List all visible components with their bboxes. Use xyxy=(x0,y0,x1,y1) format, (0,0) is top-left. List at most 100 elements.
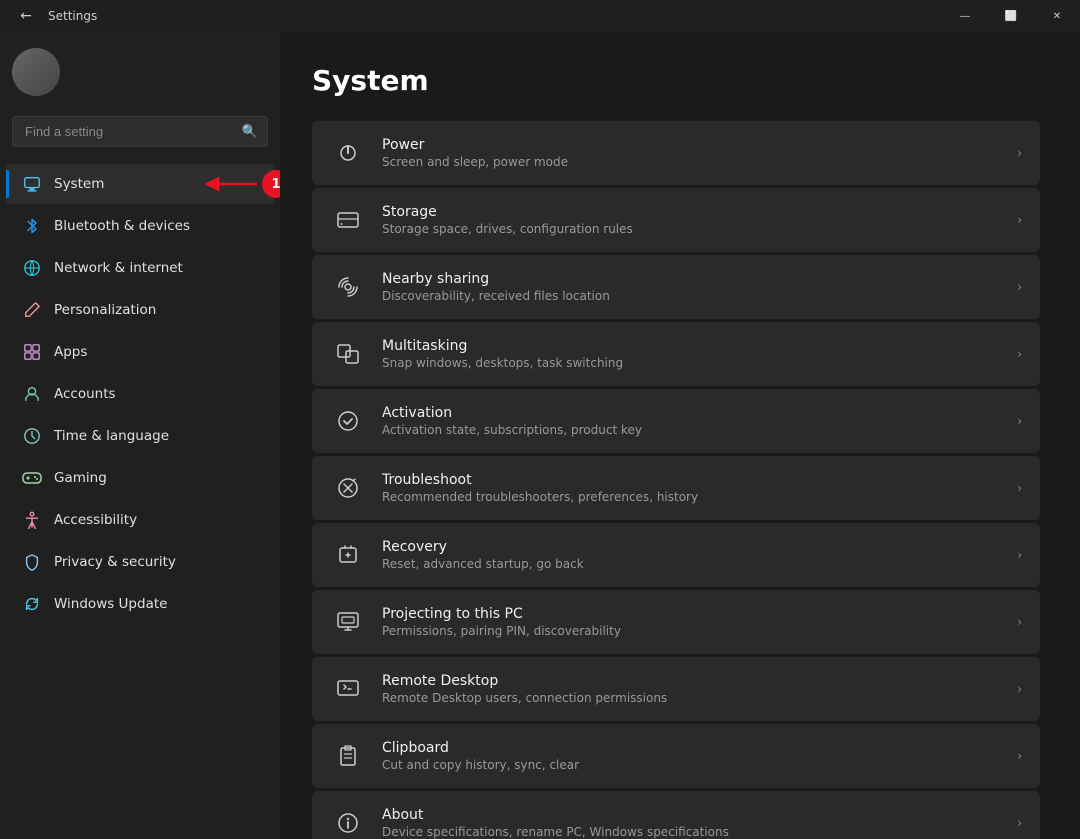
sidebar-item-accessibility[interactable]: Accessibility xyxy=(6,500,274,540)
close-button[interactable]: ✕ xyxy=(1034,0,1080,32)
sidebar-item-bluetooth[interactable]: Bluetooth & devices xyxy=(6,206,274,246)
storage-title: Storage xyxy=(382,204,1009,220)
projecting-text: Projecting to this PC Permissions, pairi… xyxy=(382,606,1009,638)
minimize-button[interactable]: — xyxy=(942,0,988,32)
clipboard-text: Clipboard Cut and copy history, sync, cl… xyxy=(382,740,1009,772)
clipboard-chevron: › xyxy=(1017,749,1022,763)
sidebar-label-gaming: Gaming xyxy=(54,470,107,486)
multitasking-desc: Snap windows, desktops, task switching xyxy=(382,356,1009,370)
recovery-desc: Reset, advanced startup, go back xyxy=(382,557,1009,571)
network-icon xyxy=(22,258,42,278)
sidebar-label-privacy: Privacy & security xyxy=(54,554,176,570)
clipboard-desc: Cut and copy history, sync, clear xyxy=(382,758,1009,772)
power-text: Power Screen and sleep, power mode xyxy=(382,137,1009,169)
time-icon xyxy=(22,426,42,446)
user-area xyxy=(0,32,280,108)
about-title: About xyxy=(382,807,1009,823)
apps-icon xyxy=(22,342,42,362)
projecting-chevron: › xyxy=(1017,615,1022,629)
recovery-icon xyxy=(330,537,366,573)
troubleshoot-chevron: › xyxy=(1017,481,1022,495)
recovery-text: Recovery Reset, advanced startup, go bac… xyxy=(382,539,1009,571)
about-text: About Device specifications, rename PC, … xyxy=(382,807,1009,839)
page-title: System xyxy=(312,64,1040,97)
remote-chevron: › xyxy=(1017,682,1022,696)
settings-item-storage[interactable]: Storage Storage space, drives, configura… xyxy=(312,188,1040,252)
titlebar-left: ← Settings xyxy=(12,2,97,30)
about-icon xyxy=(330,805,366,839)
storage-icon xyxy=(330,202,366,238)
activation-chevron: › xyxy=(1017,414,1022,428)
maximize-button[interactable]: ⬜ xyxy=(988,0,1034,32)
sidebar-item-personalization[interactable]: Personalization xyxy=(6,290,274,330)
storage-chevron: › xyxy=(1017,213,1022,227)
sidebar-label-update: Windows Update xyxy=(54,596,167,612)
remote-icon xyxy=(330,671,366,707)
remote-title: Remote Desktop xyxy=(382,673,1009,689)
power-title: Power xyxy=(382,137,1009,153)
projecting-icon xyxy=(330,604,366,640)
settings-item-about[interactable]: About Device specifications, rename PC, … xyxy=(312,791,1040,839)
settings-item-troubleshoot[interactable]: Troubleshoot Recommended troubleshooters… xyxy=(312,456,1040,520)
projecting-desc: Permissions, pairing PIN, discoverabilit… xyxy=(382,624,1009,638)
sidebar-item-time[interactable]: Time & language xyxy=(6,416,274,456)
recovery-title: Recovery xyxy=(382,539,1009,555)
sidebar-item-system[interactable]: System xyxy=(6,164,274,204)
storage-text: Storage Storage space, drives, configura… xyxy=(382,204,1009,236)
search-input[interactable] xyxy=(12,116,268,147)
nav-item-wrapper-system: System 1 xyxy=(0,163,280,205)
nearby-title: Nearby sharing xyxy=(382,271,1009,287)
sidebar-label-system: System xyxy=(54,176,104,192)
recovery-chevron: › xyxy=(1017,548,1022,562)
about-desc: Device specifications, rename PC, Window… xyxy=(382,825,1009,839)
sidebar-label-time: Time & language xyxy=(54,428,169,444)
clipboard-title: Clipboard xyxy=(382,740,1009,756)
back-button[interactable]: ← xyxy=(12,2,40,30)
activation-title: Activation xyxy=(382,405,1009,421)
content-area: System Power Screen and sleep, power mod… xyxy=(280,32,1080,839)
sidebar-label-network: Network & internet xyxy=(54,260,183,276)
search-box: 🔍 xyxy=(12,116,268,147)
power-desc: Screen and sleep, power mode xyxy=(382,155,1009,169)
avatar xyxy=(12,48,60,96)
settings-item-clipboard[interactable]: Clipboard Cut and copy history, sync, cl… xyxy=(312,724,1040,788)
projecting-title: Projecting to this PC xyxy=(382,606,1009,622)
settings-item-activation[interactable]: Activation Activation state, subscriptio… xyxy=(312,389,1040,453)
update-icon xyxy=(22,594,42,614)
settings-item-projecting[interactable]: Projecting to this PC Permissions, pairi… xyxy=(312,590,1040,654)
privacy-icon xyxy=(22,552,42,572)
bluetooth-icon xyxy=(22,216,42,236)
sidebar-item-accounts[interactable]: Accounts xyxy=(6,374,274,414)
sidebar-label-bluetooth: Bluetooth & devices xyxy=(54,218,190,234)
app-body: 🔍 System 1 xyxy=(0,32,1080,839)
sidebar-item-update[interactable]: Windows Update xyxy=(6,584,274,624)
sidebar-item-network[interactable]: Network & internet xyxy=(6,248,274,288)
multitasking-chevron: › xyxy=(1017,347,1022,361)
nearby-chevron: › xyxy=(1017,280,1022,294)
activation-icon xyxy=(330,403,366,439)
settings-item-power[interactable]: Power Screen and sleep, power mode › xyxy=(312,121,1040,185)
settings-item-multitasking[interactable]: Multitasking Snap windows, desktops, tas… xyxy=(312,322,1040,386)
sidebar-label-accessibility: Accessibility xyxy=(54,512,137,528)
sidebar-label-accounts: Accounts xyxy=(54,386,116,402)
power-icon xyxy=(330,135,366,171)
titlebar-controls: — ⬜ ✕ xyxy=(942,0,1080,32)
multitasking-text: Multitasking Snap windows, desktops, tas… xyxy=(382,338,1009,370)
settings-item-recovery[interactable]: Recovery Reset, advanced startup, go bac… xyxy=(312,523,1040,587)
clipboard-icon xyxy=(330,738,366,774)
sidebar-item-gaming[interactable]: Gaming xyxy=(6,458,274,498)
settings-item-nearby[interactable]: Nearby sharing Discoverability, received… xyxy=(312,255,1040,319)
sidebar-item-privacy[interactable]: Privacy & security xyxy=(6,542,274,582)
titlebar-title: Settings xyxy=(48,9,97,23)
storage-desc: Storage space, drives, configuration rul… xyxy=(382,222,1009,236)
about-chevron: › xyxy=(1017,816,1022,830)
remote-text: Remote Desktop Remote Desktop users, con… xyxy=(382,673,1009,705)
sidebar-label-apps: Apps xyxy=(54,344,87,360)
power-chevron: › xyxy=(1017,146,1022,160)
troubleshoot-text: Troubleshoot Recommended troubleshooters… xyxy=(382,472,1009,504)
sidebar-item-apps[interactable]: Apps xyxy=(6,332,274,372)
activation-text: Activation Activation state, subscriptio… xyxy=(382,405,1009,437)
nearby-icon xyxy=(330,269,366,305)
multitasking-title: Multitasking xyxy=(382,338,1009,354)
settings-item-remote[interactable]: Remote Desktop Remote Desktop users, con… xyxy=(312,657,1040,721)
